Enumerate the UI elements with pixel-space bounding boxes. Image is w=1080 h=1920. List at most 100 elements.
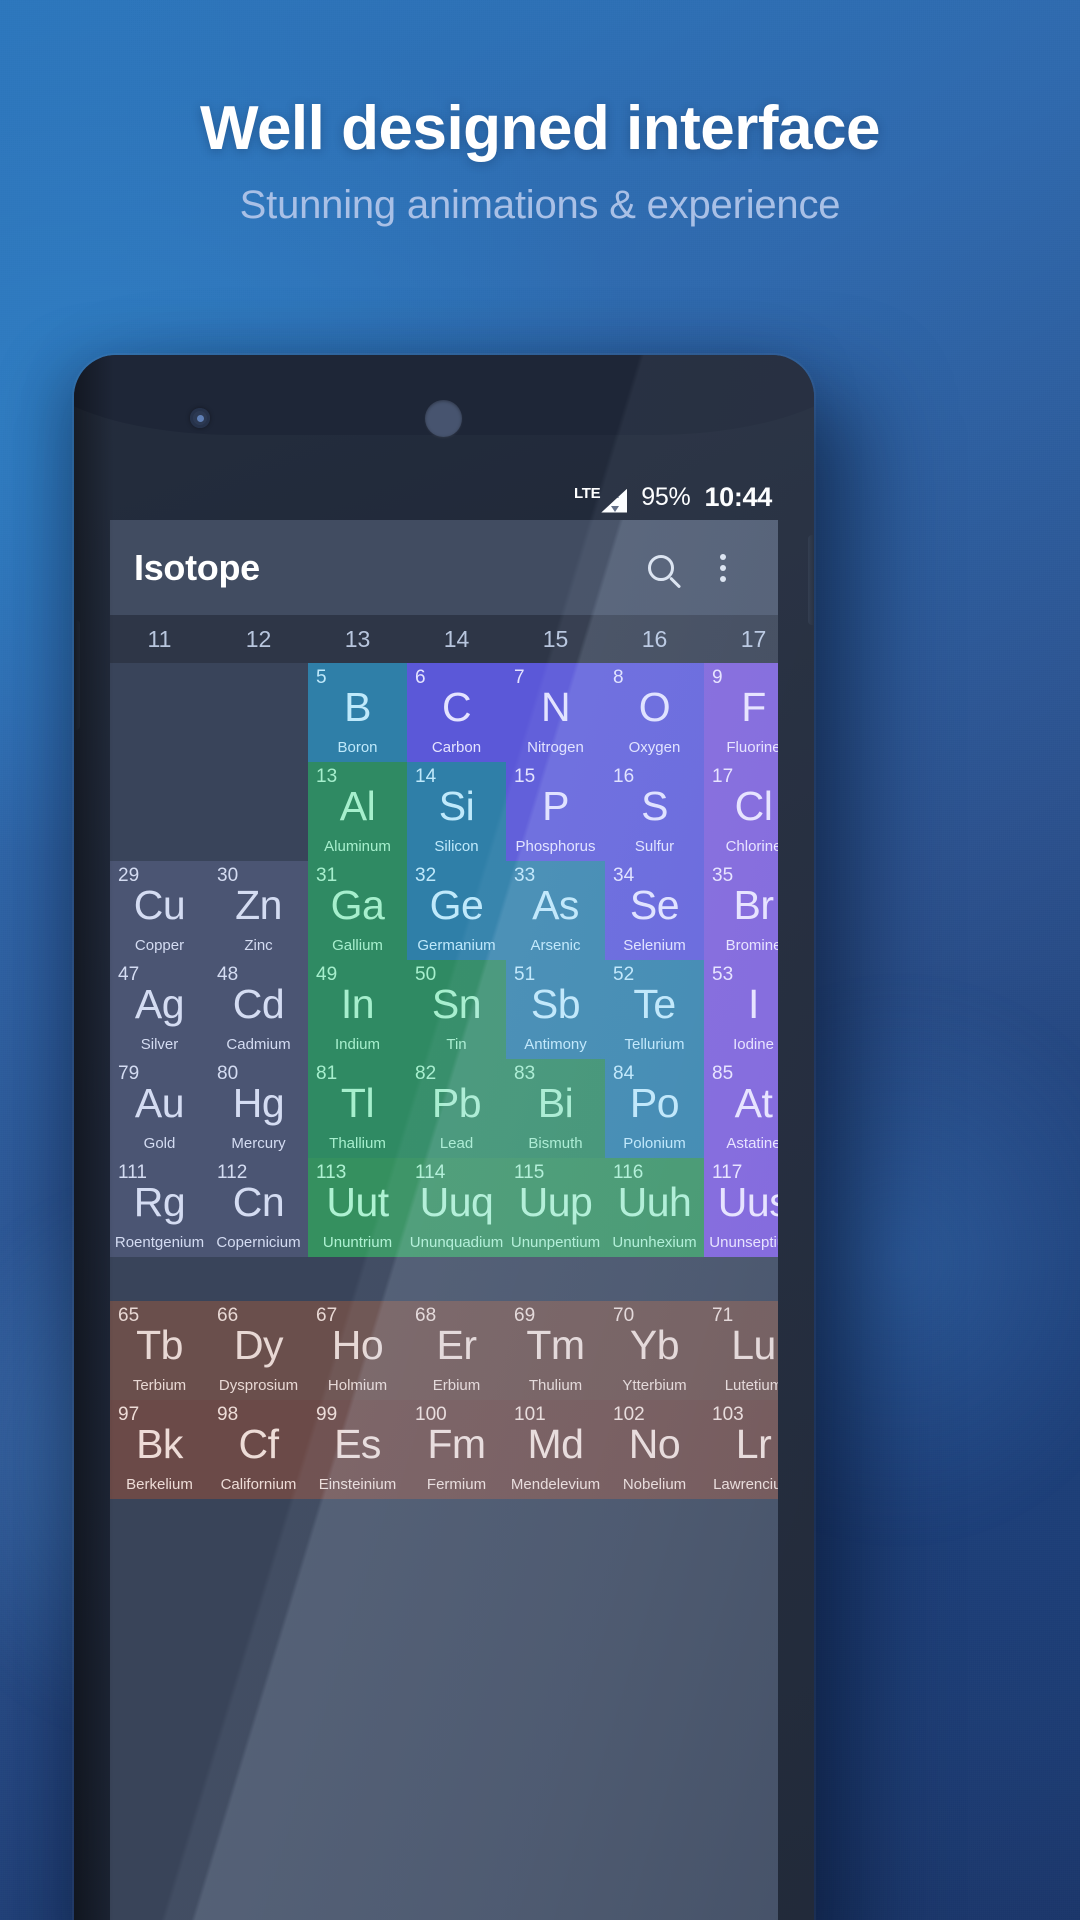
element-cell-ge[interactable]: 32 Ge Germanium [407,861,506,960]
element-name: Astatine [726,1135,778,1152]
element-cell-no[interactable]: 102 No Nobelium [605,1400,704,1499]
element-cell-rg[interactable]: 111 Rg Roentgenium [110,1158,209,1257]
element-cell-at[interactable]: 85 At Astatine [704,1059,778,1158]
element-symbol: Ho [331,1322,384,1368]
element-symbol: Lu [731,1322,776,1368]
element-cell-yb[interactable]: 70 Yb Ytterbium [605,1301,704,1400]
element-cell-uuh[interactable]: 116 Uuh Ununhexium [605,1158,704,1257]
element-cell-cl[interactable]: 17 Cl Chlorine [704,762,778,861]
overflow-menu-button[interactable] [692,537,754,599]
element-symbol: Uuh [617,1179,692,1225]
element-symbol: At [734,1080,773,1126]
page-subtitle: Stunning animations & experience [239,183,841,228]
table-row: 29 Cu Copper 30 Zn Zinc 31 Ga Gallium 32 Ge Germani… [110,861,778,960]
element-cell-zn[interactable]: 30 Zn Zinc [209,861,308,960]
atomic-number: 68 [415,1305,437,1326]
element-cell-br[interactable]: 35 Br Bromine [704,861,778,960]
element-cell-cn[interactable]: 112 Cn Copernicium [209,1158,308,1257]
atomic-number: 17 [712,766,734,787]
element-cell-in[interactable]: 49 In Indium [308,960,407,1059]
element-symbol: As [532,882,579,928]
atomic-number: 83 [514,1063,536,1084]
element-cell-tb[interactable]: 65 Tb Terbium [110,1301,209,1400]
element-cell-tm[interactable]: 69 Tm Thulium [506,1301,605,1400]
element-cell-uut[interactable]: 113 Uut Ununtrium [308,1158,407,1257]
element-cell-si[interactable]: 14 Si Silicon [407,762,506,861]
table-row: 97 Bk Berkelium 98 Cf Californium 99 Es Einstein… [110,1400,778,1499]
element-symbol: Tb [136,1322,183,1368]
element-symbol: O [638,684,671,730]
element-symbol: Uup [518,1179,593,1225]
signal-arrows-icon [610,491,619,512]
element-cell-n[interactable]: 7 N Nitrogen [506,663,605,762]
element-cell-o[interactable]: 8 O Oxygen [605,663,704,762]
empty-cell [209,762,308,861]
element-cell-md[interactable]: 101 Md Mendelevium [506,1400,605,1499]
element-cell-sb[interactable]: 51 Sb Antimony [506,960,605,1059]
element-symbol: Cu [133,882,186,928]
element-name: Holmium [327,1377,388,1394]
element-cell-cf[interactable]: 98 Cf Californium [209,1400,308,1499]
element-cell-dy[interactable]: 66 Dy Dysprosium [209,1301,308,1400]
element-cell-uuq[interactable]: 114 Uuq Ununquadium [407,1158,506,1257]
element-symbol: Au [134,1080,185,1126]
front-camera-icon [425,400,462,437]
element-cell-p[interactable]: 15 P Phosphorus [506,762,605,861]
element-cell-uup[interactable]: 115 Uup Ununpentium [506,1158,605,1257]
sensor-dot [196,414,204,422]
element-cell-sn[interactable]: 50 Sn Tin [407,960,506,1059]
element-symbol: Te [633,981,676,1027]
app-title: Isotope [134,546,260,588]
element-name: Californium [220,1476,297,1493]
element-cell-bk[interactable]: 97 Bk Berkelium [110,1400,209,1499]
element-cell-uus[interactable]: 117UusUnunseptium [704,1158,778,1257]
element-symbol: Sn [431,981,482,1027]
element-cell-ag[interactable]: 47 Ag Silver [110,960,209,1059]
element-name: Bismuth [528,1135,583,1152]
element-name: Erbium [432,1377,481,1394]
element-cell-er[interactable]: 68 Er Erbium [407,1301,506,1400]
element-cell-f[interactable]: 9 F Fluorine [704,663,778,762]
search-button[interactable] [630,537,692,599]
element-cell-es[interactable]: 99 Es Einsteinium [308,1400,407,1499]
element-cell-fm[interactable]: 100 Fm Fermium [407,1400,506,1499]
element-name: Ytterbium [622,1377,687,1394]
element-cell-lu[interactable]: 71 Lu Lutetium [704,1301,778,1400]
element-cell-al[interactable]: 13 Al Aluminum [308,762,407,861]
element-cell-te[interactable]: 52 Te Tellurium [605,960,704,1059]
element-cell-b[interactable]: 5 B Boron [308,663,407,762]
element-symbol: Uuq [419,1179,494,1225]
element-name: Carbon [431,739,482,756]
element-symbol: Po [629,1080,680,1126]
element-cell-s[interactable]: 16 S Sulfur [605,762,704,861]
element-cell-cd[interactable]: 48 Cd Cadmium [209,960,308,1059]
element-cell-po[interactable]: 84 Po Polonium [605,1059,704,1158]
element-cell-lr[interactable]: 103LrLawrencium [704,1400,778,1499]
element-cell-ga[interactable]: 31 Ga Gallium [308,861,407,960]
volume-button[interactable] [74,620,80,730]
element-cell-i[interactable]: 53 I Iodine [704,960,778,1059]
element-symbol: S [641,783,668,829]
element-name: Silver [140,1036,179,1053]
group-number-header: 11 12 13 14 15 16 17 [110,615,778,663]
element-cell-pb[interactable]: 82 Pb Lead [407,1059,506,1158]
element-cell-c[interactable]: 6 C Carbon [407,663,506,762]
element-cell-cu[interactable]: 29 Cu Copper [110,861,209,960]
element-cell-tl[interactable]: 81 Tl Thallium [308,1059,407,1158]
element-cell-hg[interactable]: 80 Hg Mercury [209,1059,308,1158]
element-cell-se[interactable]: 34 Se Selenium [605,861,704,960]
element-cell-bi[interactable]: 83 Bi Bismuth [506,1059,605,1158]
power-button[interactable] [808,535,814,625]
element-cell-au[interactable]: 79 Au Gold [110,1059,209,1158]
element-name: Phosphorus [515,838,596,855]
element-name: Ununquadium [409,1234,504,1251]
element-cell-ho[interactable]: 67 Ho Holmium [308,1301,407,1400]
element-symbol: Rg [133,1179,186,1225]
search-icon [648,554,674,581]
element-symbol: Cd [232,981,285,1027]
element-symbol: Lr [735,1421,772,1467]
overflow-menu-icon [720,553,726,582]
element-cell-as[interactable]: 33 As Arsenic [506,861,605,960]
element-symbol: Md [527,1421,584,1467]
periodic-table-inner-block: 65 Tb Terbium 66 Dy Dysprosium 67 Ho Holmium 68 Er… [110,1301,778,1499]
